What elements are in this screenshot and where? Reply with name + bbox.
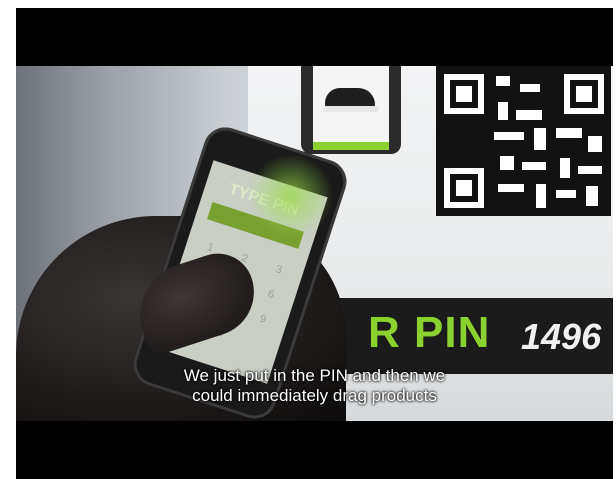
shoe-sole — [323, 106, 379, 112]
subtitle-line-2: could immediately drag products — [192, 386, 437, 405]
poster-phone-bar — [313, 142, 389, 150]
screenshot-frame: R PIN 1496 TYPE PIN 1 2 3 4 5 6 7 — [0, 0, 616, 479]
keypad-key: 6 — [266, 287, 276, 302]
pin-number: 1496 — [521, 316, 602, 357]
pin-banner: R PIN 1496 — [316, 298, 613, 374]
video-subtitles: We just put in the PIN and then we could… — [16, 366, 613, 406]
pin-label: R PIN — [368, 308, 491, 357]
video-player[interactable]: R PIN 1496 TYPE PIN 1 2 3 4 5 6 7 — [16, 8, 613, 479]
qr-code — [436, 66, 611, 216]
poster-phone-screen — [313, 66, 389, 142]
keypad-key: 9 — [258, 312, 268, 326]
shoe-image — [325, 88, 375, 108]
subtitle-line-1: We just put in the PIN and then we — [183, 366, 446, 385]
poster-phone-graphic — [301, 66, 401, 154]
green-glow — [246, 156, 336, 236]
keypad-key: 3 — [274, 263, 284, 277]
